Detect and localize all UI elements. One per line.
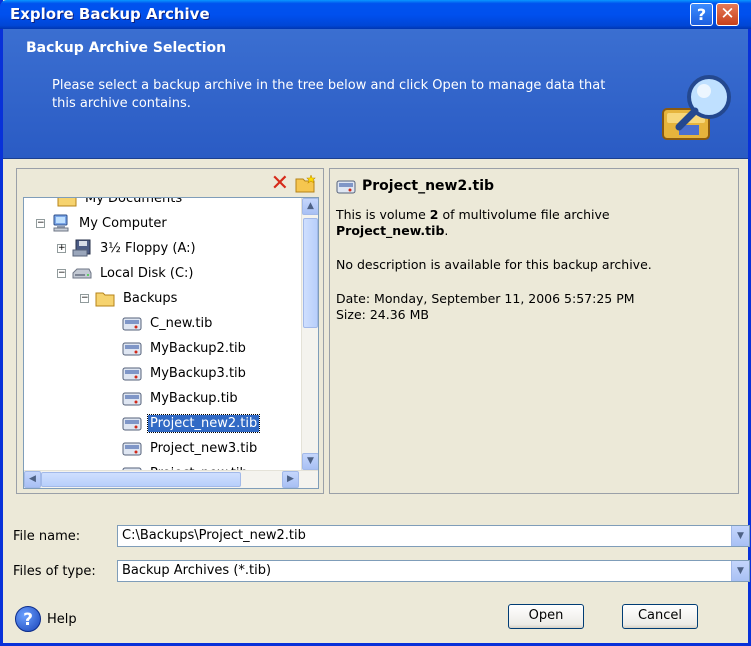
tree-item[interactable]: +3½ Floppy (A:)	[57, 236, 198, 260]
details-filename: Project_new2.tib	[362, 178, 495, 194]
title-help-button[interactable]: ?	[690, 3, 713, 26]
file-name-field[interactable]: C:\Backups\Project_new2.tib ▼	[117, 525, 750, 547]
tree-item[interactable]: Project_new3.tib	[122, 436, 259, 460]
vertical-scroll-thumb[interactable]	[303, 218, 318, 328]
chevron-down-icon[interactable]: ▼	[731, 526, 749, 546]
tree-item-label: C_new.tib	[150, 315, 213, 331]
tree-item-label: Local Disk (C:)	[100, 265, 194, 281]
close-button[interactable]: ✕	[716, 3, 739, 26]
tree-item-label: Project_new3.tib	[150, 440, 258, 456]
archive-icon	[122, 339, 142, 357]
tree-item[interactable]: − Backups	[80, 286, 179, 310]
archive-tree-panel: ✕ My Documents − My Computer +3½ Floppy (A:…	[16, 168, 324, 494]
archive-size: Size: 24.36 MB	[336, 307, 429, 322]
tree-item[interactable]: MyBackup2.tib	[122, 336, 248, 360]
tree-item-label: My Documents	[85, 198, 183, 206]
tree-item[interactable]: Project_new2.tib	[122, 411, 261, 435]
chevron-down-icon[interactable]: ▼	[731, 561, 749, 581]
tree-vertical-scrollbar[interactable]: ▲ ▼	[301, 198, 318, 470]
archive-icon	[336, 180, 356, 194]
tree-item[interactable]: Project_new.tib	[122, 461, 250, 470]
file-name-value: C:\Backups\Project_new2.tib	[122, 528, 306, 543]
tree-item-label: MyBackup3.tib	[150, 365, 246, 381]
header-band: Backup Archive Selection Please select a…	[3, 29, 748, 159]
archive-description: No description is available for this bac…	[336, 257, 652, 272]
tree-item-label: 3½ Floppy (A:)	[100, 240, 196, 256]
archive-suffix: .	[444, 223, 449, 238]
floppy-icon	[72, 239, 92, 257]
disk-icon	[72, 264, 92, 282]
folder-icon	[95, 289, 115, 307]
help-label[interactable]: Help	[47, 612, 77, 627]
horizontal-scroll-thumb[interactable]	[41, 472, 241, 487]
file-type-label: Files of type:	[13, 564, 96, 579]
tree-list: My Documents − My Computer +3½ Floppy (A:) −…	[24, 198, 301, 470]
details-title: Project_new2.tib	[336, 177, 732, 195]
help-icon[interactable]: ?	[15, 606, 41, 632]
scroll-down-icon[interactable]: ▼	[302, 453, 318, 470]
scroll-left-icon[interactable]: ◀	[24, 471, 41, 488]
header-description: Please select a backup archive in the tr…	[52, 78, 606, 111]
scroll-right-icon[interactable]: ▶	[282, 471, 299, 488]
archive-icon	[122, 439, 142, 457]
tree-item[interactable]: My Documents	[57, 198, 184, 210]
explore-backup-archive-dialog: Explore Backup Archive ? ✕ Backup Archiv…	[0, 0, 751, 646]
archive-icon	[122, 414, 142, 432]
archive-date: Date: Monday, September 11, 2006 5:57:25…	[336, 291, 635, 306]
tree-toolbar: ✕	[271, 173, 317, 195]
volume-info: This is volume 2 of multivolume file arc…	[336, 207, 732, 239]
volume-prefix: This is volume	[336, 207, 430, 222]
folder-icon	[57, 198, 77, 207]
archive-details-panel: Project_new2.tib This is volume 2 of mul…	[329, 168, 739, 494]
archive-icon	[122, 314, 142, 332]
tree-item[interactable]: MyBackup3.tib	[122, 361, 248, 385]
collapse-icon[interactable]: −	[57, 268, 66, 278]
tree-item[interactable]: − My Computer	[36, 211, 169, 235]
help-link[interactable]: ? Help	[15, 606, 77, 632]
expand-icon[interactable]: +	[57, 243, 66, 253]
scroll-up-icon[interactable]: ▲	[302, 198, 318, 215]
new-folder-icon[interactable]	[295, 175, 317, 193]
tree-item-label: Backups	[123, 290, 178, 306]
tree-item-label: MyBackup.tib	[150, 390, 238, 406]
tree-item-label: My Computer	[79, 215, 167, 231]
tree-item-label: MyBackup2.tib	[150, 340, 246, 356]
archive-meta: Date: Monday, September 11, 2006 5:57:25…	[336, 291, 732, 323]
title-bar[interactable]: Explore Backup Archive ? ✕	[0, 0, 751, 29]
delete-icon[interactable]: ✕	[271, 173, 289, 195]
open-button[interactable]: Open	[508, 604, 584, 629]
header-title: Backup Archive Selection	[26, 40, 227, 56]
window-title: Explore Backup Archive	[10, 5, 210, 23]
volume-suffix: of multivolume file archive	[438, 207, 610, 222]
tree-horizontal-scrollbar[interactable]: ◀ ▶	[24, 470, 318, 488]
cancel-button[interactable]: Cancel	[622, 604, 698, 629]
tree-item[interactable]: − Local Disk (C:)	[57, 261, 195, 285]
collapse-icon[interactable]: −	[36, 218, 45, 228]
archive-tree[interactable]: My Documents − My Computer +3½ Floppy (A:) −…	[23, 197, 319, 489]
tree-item[interactable]: MyBackup.tib	[122, 386, 240, 410]
tree-item-label: Project_new2.tib	[146, 413, 261, 433]
file-name-label: File name:	[13, 529, 81, 544]
collapse-icon[interactable]: −	[80, 293, 89, 303]
file-type-value: Backup Archives (*.tib)	[122, 563, 272, 578]
search-archive-icon	[662, 75, 731, 140]
archive-name: Project_new.tib	[336, 223, 445, 238]
archive-icon	[122, 389, 142, 407]
computer-icon	[51, 214, 71, 232]
file-type-select[interactable]: Backup Archives (*.tib) ▼	[117, 560, 750, 582]
archive-icon	[122, 364, 142, 382]
tree-item[interactable]: C_new.tib	[122, 311, 214, 335]
